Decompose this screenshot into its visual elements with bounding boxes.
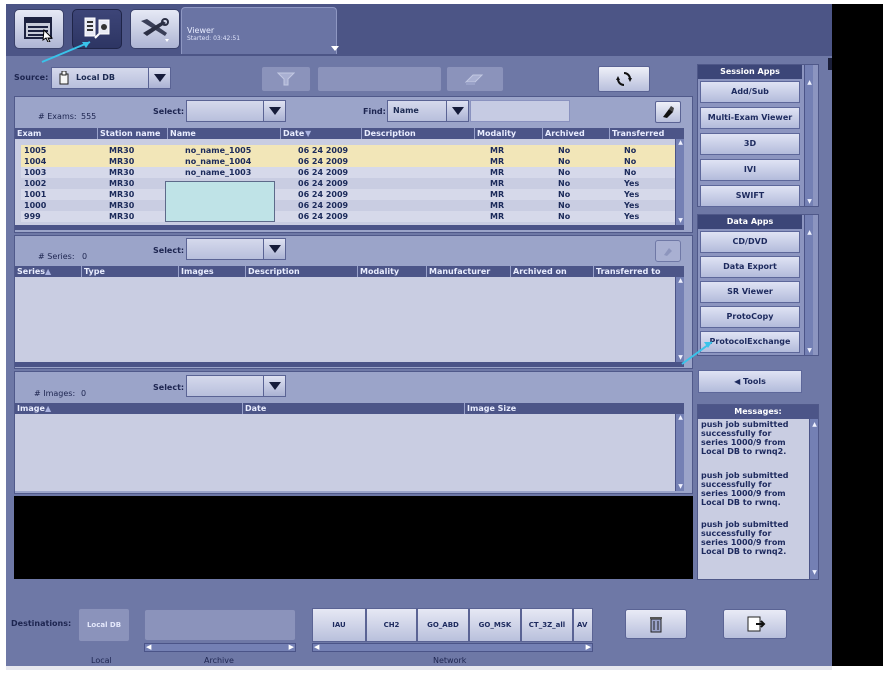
annotation-arrow [41, 41, 91, 63]
edge-handle [828, 58, 832, 70]
screen: Viewer Started: 03:42:51 Source: Local D… [6, 4, 832, 666]
bottom-edge [6, 666, 832, 670]
outside-screen-area [832, 4, 883, 666]
annotation-arrows [41, 41, 713, 365]
